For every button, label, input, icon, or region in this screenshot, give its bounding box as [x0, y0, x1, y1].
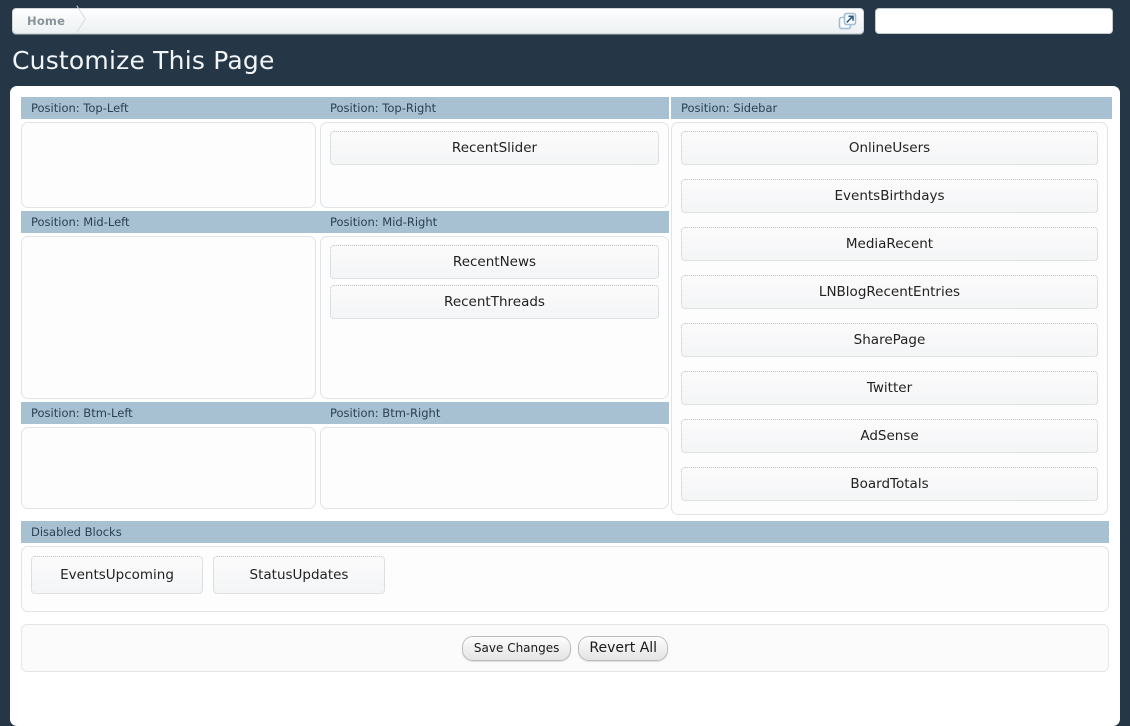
external-link-icon[interactable] [838, 12, 857, 31]
dropzone-btm-right[interactable] [320, 427, 669, 509]
zone-body-row-btm [21, 424, 669, 512]
dropzone-mid-right[interactable]: RecentNews RecentThreads [320, 236, 669, 399]
zone-header-top-right: Position: Top-Right [320, 97, 669, 119]
dropzone-disabled[interactable]: EventsUpcoming StatusUpdates [21, 546, 1109, 612]
breadcrumb: Home [12, 8, 864, 34]
zone-header-top-left: Position: Top-Left [21, 97, 320, 119]
layout-grid: Position: Top-Left Position: Top-Right R… [21, 97, 1112, 518]
zone-header-btm-right: Position: Btm-Right [320, 402, 669, 424]
revert-all-button[interactable]: Revert All [578, 635, 669, 661]
block-item[interactable]: OnlineUsers [681, 131, 1098, 165]
zone-header-row-mid: Position: Mid-Left Position: Mid-Right [21, 211, 669, 233]
search-input[interactable] [875, 8, 1113, 34]
zone-header-btm-left: Position: Btm-Left [21, 402, 320, 424]
zone-header-mid-left: Position: Mid-Left [21, 211, 320, 233]
block-item[interactable]: LNBlogRecentEntries [681, 275, 1098, 309]
block-item[interactable]: StatusUpdates [213, 556, 385, 594]
zone-header-sidebar: Position: Sidebar [671, 97, 1112, 119]
zone-header-mid-right: Position: Mid-Right [320, 211, 669, 233]
zone-header-row-btm: Position: Btm-Left Position: Btm-Right [21, 402, 669, 424]
page-title: Customize This Page [12, 46, 275, 75]
zone-header-row-top: Position: Top-Left Position: Top-Right [21, 97, 669, 119]
chevron-right-icon [67, 9, 89, 33]
zone-body-row-top: RecentSlider [21, 119, 669, 211]
save-changes-button[interactable]: Save Changes [461, 635, 572, 661]
dropzone-top-left[interactable] [21, 122, 316, 208]
top-bar: Home [0, 0, 1130, 42]
block-item[interactable]: RecentSlider [330, 131, 659, 165]
block-item[interactable]: RecentNews [330, 245, 659, 279]
dropzone-btm-left[interactable] [21, 427, 316, 509]
block-item[interactable]: RecentThreads [330, 285, 659, 319]
action-bar: Save Changes Revert All [21, 624, 1109, 672]
customize-panel: Position: Top-Left Position: Top-Right R… [10, 86, 1120, 726]
zone-body-row-mid: RecentNews RecentThreads [21, 233, 669, 402]
block-item[interactable]: BoardTotals [681, 467, 1098, 501]
dropzone-top-right[interactable]: RecentSlider [320, 122, 669, 208]
disabled-blocks-section: Disabled Blocks EventsUpcoming StatusUpd… [21, 521, 1109, 612]
main-columns: Position: Top-Left Position: Top-Right R… [21, 97, 669, 512]
dropzone-sidebar[interactable]: OnlineUsers EventsBirthdays MediaRecent … [671, 122, 1108, 515]
block-item[interactable]: EventsBirthdays [681, 179, 1098, 213]
block-item[interactable]: AdSense [681, 419, 1098, 453]
block-item[interactable]: EventsUpcoming [31, 556, 203, 594]
block-item[interactable]: Twitter [681, 371, 1098, 405]
block-item[interactable]: SharePage [681, 323, 1098, 357]
disabled-blocks-header: Disabled Blocks [21, 521, 1109, 543]
block-item[interactable]: MediaRecent [681, 227, 1098, 261]
dropzone-mid-left[interactable] [21, 236, 316, 399]
sidebar-column: Position: Sidebar OnlineUsers EventsBirt… [671, 97, 1112, 518]
